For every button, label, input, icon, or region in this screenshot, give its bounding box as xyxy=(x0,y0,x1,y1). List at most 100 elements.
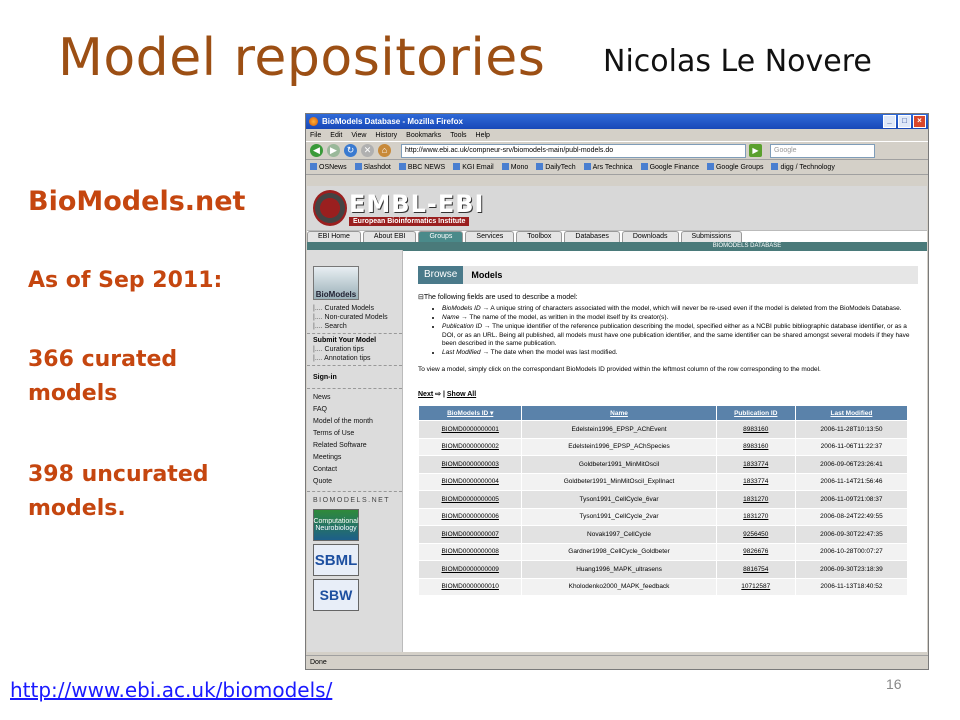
cell-publication-id[interactable]: 9826676 xyxy=(715,542,796,561)
ebi-logo[interactable]: EMBL-EBI xyxy=(349,190,484,218)
sidebar-item-faq[interactable]: FAQ xyxy=(307,405,402,417)
stop-icon[interactable]: ✕ xyxy=(361,144,374,157)
biomodels-logo[interactable]: BioModels xyxy=(313,266,359,300)
menu-view[interactable]: View xyxy=(351,132,366,139)
sidebar-item-news[interactable]: News xyxy=(307,393,402,405)
menu-edit[interactable]: Edit xyxy=(330,132,342,139)
tab-submissions[interactable]: Submissions xyxy=(680,231,743,242)
cell-biomodels-id[interactable]: BIOMD0000000006 xyxy=(417,507,523,526)
cell-biomodels-id[interactable]: BIOMD0000000008 xyxy=(417,542,523,561)
bookmark-slashdot[interactable]: Slashdot xyxy=(355,163,391,171)
home-icon[interactable]: ⌂ xyxy=(378,144,391,157)
sidebar-item-annotation-tips[interactable]: Annotation tips xyxy=(307,354,402,363)
minimize-icon[interactable]: _ xyxy=(883,115,896,128)
address-bar[interactable]: http://www.ebi.ac.uk/compneur-srv/biomod… xyxy=(401,143,746,158)
comp-neurobiology-logo[interactable]: Computational Neurobiology xyxy=(313,509,359,541)
cell-last-modified: 2006-11-06T11:22:37 xyxy=(794,437,909,456)
cell-biomodels-id[interactable]: BIOMD0000000004 xyxy=(417,472,523,491)
tab-databases[interactable]: Databases xyxy=(564,231,620,242)
sidebar-item-quote[interactable]: Quote xyxy=(307,477,402,489)
cell-publication-id[interactable]: 9256450 xyxy=(715,525,796,544)
tab-services[interactable]: Services xyxy=(465,231,515,242)
cell-last-modified: 2006-08-24T22:49:55 xyxy=(794,507,909,526)
bookmark-mono[interactable]: Mono xyxy=(502,163,529,171)
cell-model-name: Novak1997_CellCycle xyxy=(521,525,717,544)
bookmark-osnews[interactable]: OSNews xyxy=(310,163,347,171)
sidebar-item-submit[interactable]: Submit Your Model xyxy=(307,333,402,345)
cell-biomodels-id[interactable]: BIOMD0000000010 xyxy=(417,577,523,596)
bookmark-bbc[interactable]: BBC NEWS xyxy=(399,163,445,171)
cell-biomodels-id[interactable]: BIOMD0000000003 xyxy=(417,455,523,474)
sidebar-item-curation-tips[interactable]: Curation tips xyxy=(307,345,402,354)
sidebar-item-noncurated[interactable]: Non-curated Models xyxy=(307,313,402,322)
close-icon[interactable]: × xyxy=(913,115,926,128)
cell-biomodels-id[interactable]: BIOMD0000000002 xyxy=(417,437,523,456)
back-icon[interactable]: ◀ xyxy=(310,144,323,157)
sbw-logo[interactable]: SBW xyxy=(313,579,359,611)
cell-publication-id[interactable]: 1833774 xyxy=(715,472,796,491)
cell-publication-id[interactable]: 8816754 xyxy=(715,560,796,579)
cell-biomodels-id[interactable]: BIOMD0000000001 xyxy=(417,420,523,439)
sidebar-item-terms[interactable]: Terms of Use xyxy=(307,429,402,441)
col-last-modified[interactable]: Last Modified xyxy=(794,405,909,421)
table-row: BIOMD0000000002 Edelstein1996_EPSP_AChSpe… xyxy=(417,437,909,456)
sidebar-item-curated[interactable]: Curated Models xyxy=(307,304,402,313)
bookmark-dailytech[interactable]: DailyTech xyxy=(536,163,575,171)
slide-title: Model repositories xyxy=(58,28,546,88)
menu-file[interactable]: File xyxy=(310,132,321,139)
sidebar-item-meetings[interactable]: Meetings xyxy=(307,453,402,465)
search-input[interactable]: Google xyxy=(770,143,875,158)
go-icon[interactable]: ▶ xyxy=(749,144,762,157)
field-desc: The date when the model was last modifie… xyxy=(490,349,618,356)
cell-biomodels-id[interactable]: BIOMD0000000007 xyxy=(417,525,523,544)
cell-publication-id[interactable]: 1833774 xyxy=(715,455,796,474)
cell-publication-id[interactable]: 1831270 xyxy=(715,507,796,526)
sidebar-item-software[interactable]: Related Software xyxy=(307,441,402,453)
sort-desc-icon[interactable]: ▾ xyxy=(490,410,493,417)
cell-last-modified: 2006-10-28T00:07:27 xyxy=(794,542,909,561)
sidebar-item-search[interactable]: Search xyxy=(307,322,402,331)
bookmark-ars[interactable]: Ars Technica xyxy=(584,163,633,171)
menu-tools[interactable]: Tools xyxy=(450,132,466,139)
bookmark-digg[interactable]: digg / Technology xyxy=(771,163,834,171)
cell-model-name: Tyson1991_CellCycle_2var xyxy=(521,507,717,526)
next-link[interactable]: Next xyxy=(418,391,433,398)
col-name[interactable]: Name xyxy=(521,405,717,421)
tab-toolbox[interactable]: Toolbox xyxy=(516,231,563,242)
biomodels-url-link[interactable]: http://www.ebi.ac.uk/biomodels/ xyxy=(10,678,332,702)
bookmark-google-groups[interactable]: Google Groups xyxy=(707,163,763,171)
tab-downloads[interactable]: Downloads xyxy=(621,231,679,242)
sidebar-item-model-of-month[interactable]: Model of the month xyxy=(307,417,402,429)
reload-icon[interactable]: ↻ xyxy=(344,144,357,157)
bookmark-kgi-email[interactable]: KGI Email xyxy=(453,163,494,171)
menu-bookmarks[interactable]: Bookmarks xyxy=(406,132,441,139)
cell-biomodels-id[interactable]: BIOMD0000000005 xyxy=(417,490,523,509)
tab-groups[interactable]: Groups xyxy=(418,231,464,242)
navigation-toolbar: ◀ ▶ ↻ ✕ ⌂ http://www.ebi.ac.uk/compneur-… xyxy=(306,141,928,160)
cell-biomodels-id[interactable]: BIOMD0000000009 xyxy=(417,560,523,579)
sbml-logo[interactable]: SBML xyxy=(313,544,359,576)
sidebar-item-signin[interactable]: Sign-in xyxy=(307,365,402,382)
firefox-icon xyxy=(309,117,318,126)
browse-tab[interactable]: Browse xyxy=(418,266,464,284)
menu-help[interactable]: Help xyxy=(476,132,490,139)
menu-history[interactable]: History xyxy=(375,132,397,139)
bookmark-google-finance[interactable]: Google Finance xyxy=(641,163,699,171)
cell-publication-id[interactable]: 8983160 xyxy=(715,420,796,439)
show-all-link[interactable]: Show All xyxy=(447,391,476,398)
list-item: Name → The name of the model, as written… xyxy=(442,314,918,323)
tab-ebi-home[interactable]: EBI Home xyxy=(307,231,361,242)
cell-publication-id[interactable]: 8983160 xyxy=(715,437,796,456)
browser-window: BioModels Database - Mozilla Firefox _ □… xyxy=(305,113,929,670)
col-biomodels-id[interactable]: BioModels ID ▾ xyxy=(417,405,523,421)
table-row: BIOMD0000000008 Gardner1998_CellCycle_Gol… xyxy=(417,542,909,561)
cell-publication-id[interactable]: 1831270 xyxy=(715,490,796,509)
forward-icon[interactable]: ▶ xyxy=(327,144,340,157)
sidebar-item-contact[interactable]: Contact xyxy=(307,465,402,477)
cell-publication-id[interactable]: 10712587 xyxy=(715,577,796,596)
col-publication-id[interactable]: Publication ID xyxy=(715,405,796,421)
next-arrow-icon[interactable]: ⇨ xyxy=(435,391,441,398)
maximize-icon[interactable]: □ xyxy=(898,115,911,128)
tab-about-ebi[interactable]: About EBI xyxy=(362,231,417,242)
fields-intro[interactable]: The following fields are used to describ… xyxy=(418,293,918,301)
